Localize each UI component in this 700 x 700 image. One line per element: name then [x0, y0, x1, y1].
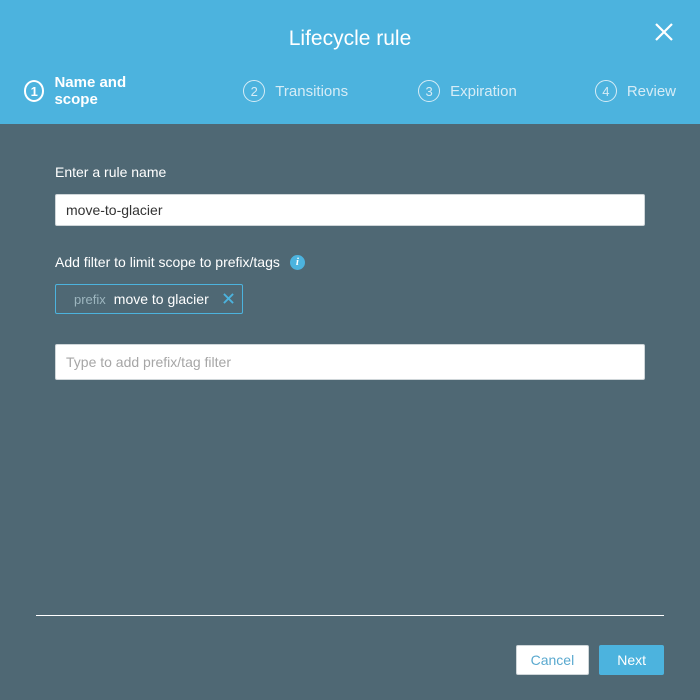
chip-remove-button[interactable] [223, 292, 234, 307]
close-icon [223, 293, 234, 304]
rule-name-label: Enter a rule name [55, 164, 645, 180]
footer-divider [36, 615, 664, 616]
step-name-and-scope[interactable]: 1 Name and scope [24, 74, 163, 108]
dialog-content: Enter a rule name Add filter to limit sc… [0, 124, 700, 380]
dialog-header: Lifecycle rule 1 Name and scope 2 Transi… [0, 0, 700, 124]
filter-scope-label-text: Add filter to limit scope to prefix/tags [55, 254, 280, 270]
wizard-steps: 1 Name and scope 2 Transitions 3 Expirat… [24, 56, 676, 124]
step-number: 3 [418, 80, 440, 102]
filter-chip-row: prefix move to glacier [55, 284, 645, 314]
prefix-filter-chip[interactable]: prefix move to glacier [55, 284, 243, 314]
info-icon[interactable]: i [290, 255, 305, 270]
step-number: 2 [243, 80, 265, 102]
next-button[interactable]: Next [599, 645, 664, 675]
step-number: 4 [595, 80, 617, 102]
step-expiration[interactable]: 3 Expiration [418, 74, 517, 108]
step-transitions[interactable]: 2 Transitions [243, 74, 348, 108]
cancel-button[interactable]: Cancel [516, 645, 590, 675]
step-label: Review [627, 83, 676, 100]
step-number: 1 [24, 80, 44, 102]
dialog-footer: Cancel Next [0, 628, 700, 700]
chip-value: move to glacier [114, 291, 209, 307]
lifecycle-rule-dialog: Lifecycle rule 1 Name and scope 2 Transi… [0, 0, 700, 700]
chip-key: prefix [74, 292, 106, 307]
close-icon [652, 20, 676, 44]
filter-scope-label: Add filter to limit scope to prefix/tags… [55, 254, 645, 270]
step-label: Expiration [450, 83, 517, 100]
prefix-tag-filter-input[interactable] [55, 344, 645, 380]
step-label: Transitions [275, 83, 348, 100]
step-review[interactable]: 4 Review [595, 74, 676, 108]
rule-name-input[interactable] [55, 194, 645, 226]
header-top: Lifecycle rule [24, 22, 676, 56]
close-button[interactable] [652, 20, 676, 44]
step-label: Name and scope [54, 74, 163, 108]
dialog-title: Lifecycle rule [289, 27, 412, 51]
